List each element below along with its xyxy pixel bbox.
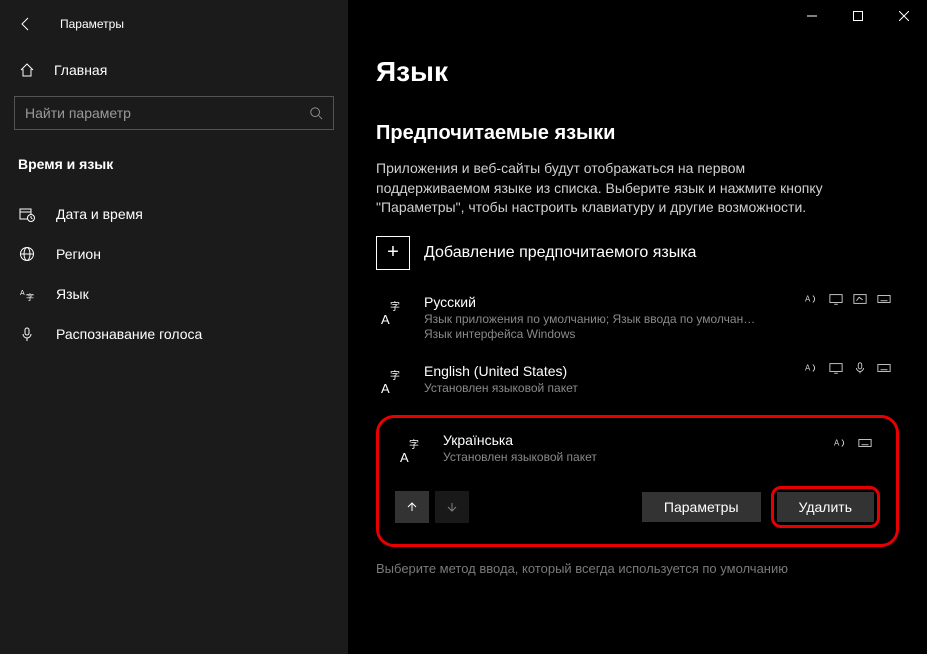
close-button[interactable] <box>881 0 927 32</box>
nav-label: Язык <box>56 286 89 302</box>
sidebar-item-region[interactable]: Регион <box>14 234 334 274</box>
globe-icon <box>18 246 36 262</box>
text-to-speech-icon: A <box>805 361 819 375</box>
delete-button[interactable]: Удалить <box>777 492 874 522</box>
language-glyph-icon: 字A <box>376 296 410 330</box>
add-language-label: Добавление предпочитаемого языка <box>424 244 696 262</box>
plus-icon: + <box>376 236 410 270</box>
text-to-speech-icon: A <box>805 292 819 306</box>
language-name: Українська <box>443 432 880 448</box>
svg-text:字: 字 <box>26 292 34 302</box>
minimize-button[interactable] <box>789 0 835 32</box>
speech-icon <box>853 361 867 375</box>
maximize-button[interactable] <box>835 0 881 32</box>
sidebar-item-datetime[interactable]: Дата и время <box>14 194 334 234</box>
language-subtitle: Язык приложения по умолчанию; Язык ввода… <box>424 312 899 328</box>
section-description: Приложения и веб-сайты будут отображатьс… <box>376 159 856 218</box>
main-content: Язык Предпочитаемые языки Приложения и в… <box>348 0 927 654</box>
svg-text:字: 字 <box>409 438 419 451</box>
home-icon <box>18 62 36 78</box>
language-item-ukrainian[interactable]: 字A Українська Установлен языковой пакет … <box>395 432 880 486</box>
display-icon <box>829 361 843 375</box>
sidebar-home[interactable]: Главная <box>14 48 334 96</box>
display-icon <box>829 292 843 306</box>
footer-note[interactable]: Выберите метод ввода, который всегда исп… <box>376 561 899 576</box>
nav-label: Дата и время <box>56 206 143 222</box>
nav-label: Регион <box>56 246 101 262</box>
handwriting-icon <box>853 292 867 306</box>
add-language-button[interactable]: + Добавление предпочитаемого языка <box>376 236 899 270</box>
section-heading: Предпочитаемые языки <box>376 122 899 145</box>
svg-text:A: A <box>381 312 390 327</box>
svg-text:A: A <box>834 439 840 448</box>
svg-text:A: A <box>381 381 390 396</box>
sidebar-item-language[interactable]: A字 Язык <box>14 274 334 314</box>
delete-button-highlight: Удалить <box>771 486 880 528</box>
language-glyph-icon: 字A <box>376 365 410 399</box>
calendar-clock-icon <box>18 206 36 222</box>
language-item-russian[interactable]: 字A Русский Язык приложения по умолчанию;… <box>376 288 899 357</box>
move-down-button[interactable] <box>435 491 469 523</box>
svg-text:A: A <box>805 294 811 303</box>
language-icon: A字 <box>18 286 36 302</box>
svg-text:字: 字 <box>390 369 400 382</box>
search-icon <box>309 106 323 120</box>
options-button[interactable]: Параметры <box>642 492 761 522</box>
language-subtitle: Установлен языковой пакет <box>443 450 880 466</box>
sidebar-item-speech[interactable]: Распознавание голоса <box>14 314 334 354</box>
svg-text:A: A <box>20 290 25 297</box>
sidebar: Параметры Главная Найти параметр Время и… <box>0 0 348 654</box>
svg-text:A: A <box>400 450 409 465</box>
keyboard-icon <box>877 361 891 375</box>
search-input[interactable]: Найти параметр <box>14 96 334 130</box>
sidebar-home-label: Главная <box>54 62 107 78</box>
back-button[interactable] <box>16 14 36 34</box>
app-title: Параметры <box>60 17 124 31</box>
text-to-speech-icon: A <box>834 436 848 450</box>
sidebar-category: Время и язык <box>14 152 334 194</box>
svg-text:A: A <box>805 364 811 373</box>
search-placeholder: Найти параметр <box>25 105 131 121</box>
settings-window: Параметры Главная Найти параметр Время и… <box>0 0 927 654</box>
keyboard-icon <box>877 292 891 306</box>
microphone-icon <box>18 326 36 342</box>
keyboard-icon <box>858 436 872 450</box>
nav-label: Распознавание голоса <box>56 326 202 342</box>
language-subtitle: Язык интерфейса Windows <box>424 327 899 343</box>
move-up-button[interactable] <box>395 491 429 523</box>
selected-language-panel: 字A Українська Установлен языковой пакет … <box>376 415 899 547</box>
language-subtitle: Установлен языковой пакет <box>424 381 899 397</box>
page-title: Язык <box>376 56 899 88</box>
language-glyph-icon: 字A <box>395 434 429 468</box>
language-item-english[interactable]: 字A English (United States) Установлен яз… <box>376 357 899 413</box>
svg-text:字: 字 <box>390 300 400 313</box>
